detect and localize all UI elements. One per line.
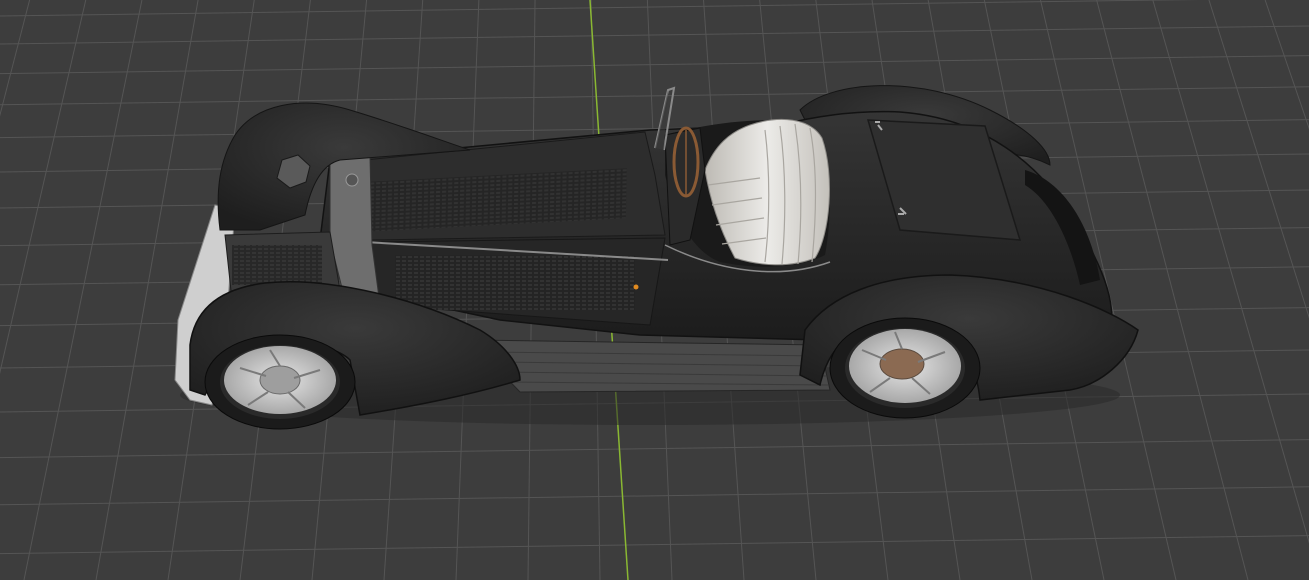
grid-line xyxy=(1096,0,1249,580)
grid-line xyxy=(0,25,1309,45)
car-model[interactable] xyxy=(174,85,1139,430)
grid-line xyxy=(0,486,1309,506)
front-wheel[interactable] xyxy=(204,334,356,430)
rear-wheel[interactable] xyxy=(829,317,981,419)
grid-line xyxy=(0,86,1309,106)
hood-vents-side xyxy=(395,255,635,310)
grid-line xyxy=(0,0,87,375)
grid-line xyxy=(0,535,1309,555)
indicator-light xyxy=(633,284,639,290)
grid-line xyxy=(0,0,31,117)
grid-line xyxy=(0,55,1309,75)
grid-line xyxy=(23,0,143,580)
3d-viewport[interactable] xyxy=(0,0,1309,580)
grid-line xyxy=(95,0,199,580)
grid-line xyxy=(0,439,1309,459)
viewport-canvas[interactable] xyxy=(0,0,1309,580)
